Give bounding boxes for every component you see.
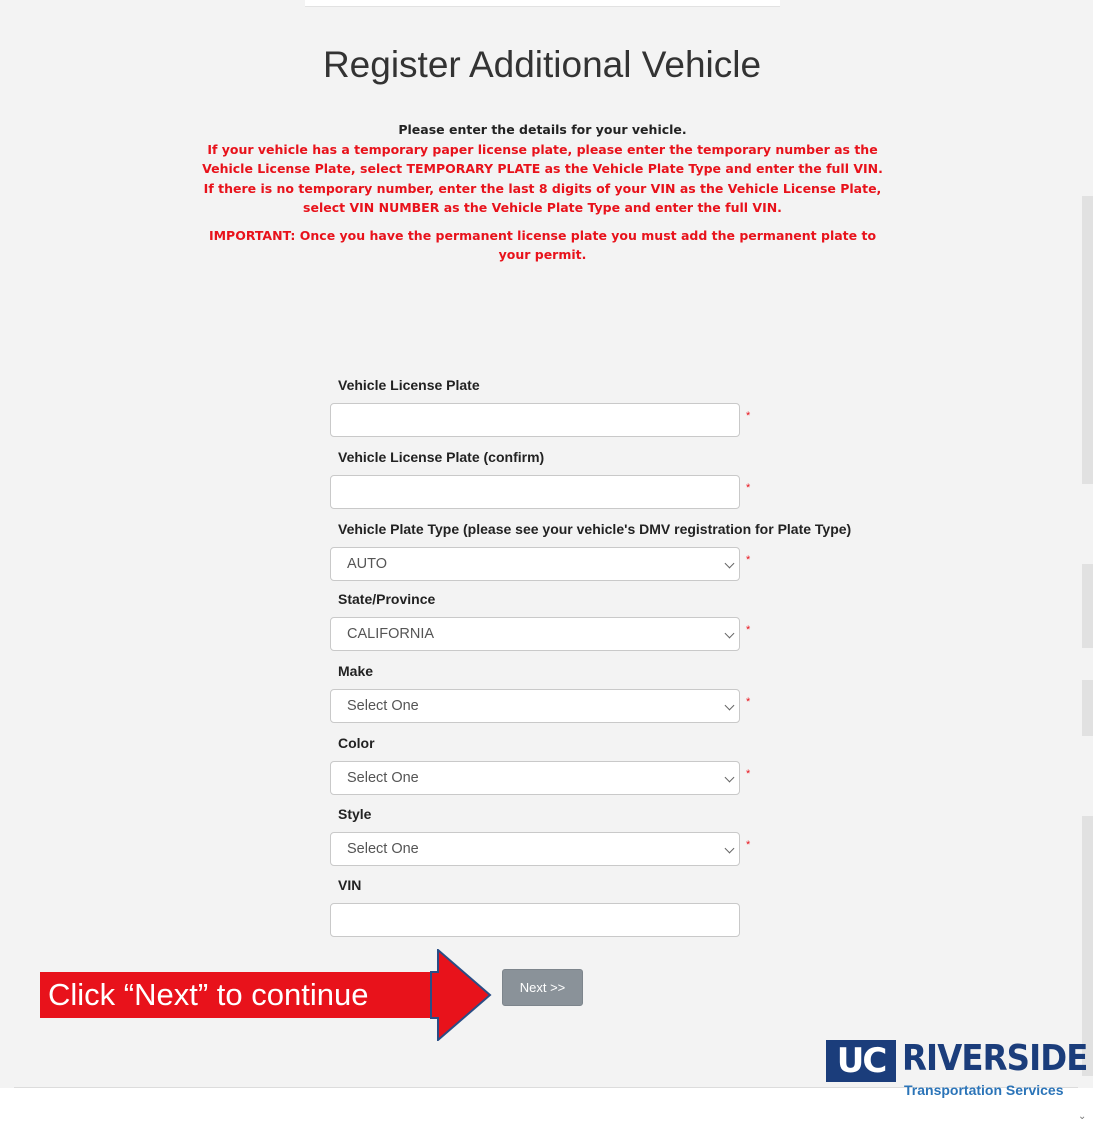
instructions: Please enter the details for your vehicl… [200,120,885,265]
chevron-down-icon: ⌄ [1078,1111,1087,1122]
required-marker: * [746,839,751,851]
logo-riverside: RIVERSIDE [902,1038,1088,1079]
state-label: State/Province [338,591,436,607]
color-value: Select One [347,770,419,786]
plate-type-select[interactable]: AUTO [330,547,740,581]
chevron-down-icon [724,558,735,569]
required-marker: * [746,554,751,566]
state-value: CALIFORNIA [347,626,435,642]
logo-uc: UC [826,1040,896,1082]
required-marker: * [746,768,751,780]
required-marker: * [746,624,751,636]
logo-subtitle: Transportation Services [904,1082,1064,1098]
instructions-lead: Please enter the details for your vehicl… [398,122,687,137]
chevron-down-icon [724,700,735,711]
plate-confirm-label: Vehicle License Plate (confirm) [338,449,545,465]
style-label: Style [338,806,372,822]
vin-input[interactable] [330,903,740,937]
arrow-right-icon [430,949,492,1041]
required-marker: * [746,410,751,422]
vin-label: VIN [338,877,362,893]
instructions-body: If your vehicle has a temporary paper li… [202,141,883,216]
instructions-important: IMPORTANT: Once you have the permanent l… [208,227,877,263]
make-label: Make [338,663,374,679]
style-select[interactable]: Select One [330,832,740,866]
style-value: Select One [347,841,419,857]
color-label: Color [338,735,375,751]
color-select[interactable]: Select One [330,761,740,795]
plate-type-label: Vehicle Plate Type (please see your vehi… [338,521,852,537]
required-marker: * [746,696,751,708]
state-select[interactable]: CALIFORNIA [330,617,740,651]
plate-label: Vehicle License Plate [338,377,480,393]
scrollbar[interactable] [1082,196,1093,1076]
chevron-down-icon [724,772,735,783]
top-strip [305,0,780,7]
chevron-down-icon [724,628,735,639]
plate-type-value: AUTO [347,556,388,572]
chevron-down-icon [724,843,735,854]
callout-text: Click “Next” to continue [48,977,369,1012]
make-value: Select One [347,698,419,714]
next-button[interactable]: Next >> [502,969,583,1006]
plate-confirm-input[interactable] [330,475,740,509]
plate-input[interactable] [330,403,740,437]
page-title: Register Additional Vehicle [322,44,762,85]
required-marker: * [746,482,751,494]
make-select[interactable]: Select One [330,689,740,723]
ucr-logo: UC RIVERSIDE Transportation Services [826,1038,1088,1100]
